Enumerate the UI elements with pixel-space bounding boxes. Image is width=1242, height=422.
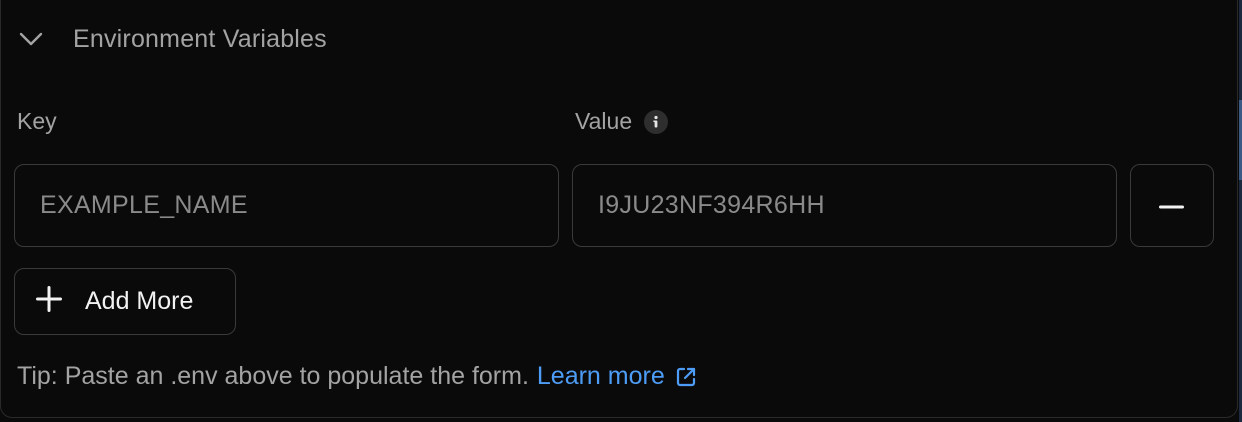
learn-more-link[interactable]: Learn more bbox=[537, 362, 697, 391]
plus-icon bbox=[35, 285, 63, 318]
tip-text: Tip: Paste an .env above to populate the… bbox=[17, 362, 529, 390]
add-more-button[interactable]: Add More bbox=[14, 268, 236, 335]
value-input[interactable]: I9JU23NF394R6HH bbox=[572, 164, 1117, 247]
value-column-label: Value bbox=[575, 108, 669, 135]
minus-icon bbox=[1158, 197, 1186, 215]
learn-more-label: Learn more bbox=[536, 362, 665, 390]
env-variables-toggle[interactable]: Environment Variables bbox=[18, 20, 327, 58]
tip-text-row: Tip: Paste an .env above to populate the… bbox=[17, 362, 697, 391]
section-title: Environment Variables bbox=[73, 24, 327, 53]
external-link-icon bbox=[675, 366, 697, 388]
info-icon[interactable] bbox=[644, 109, 669, 134]
add-more-label: Add More bbox=[85, 287, 194, 315]
key-column-label: Key bbox=[17, 108, 57, 135]
key-input-placeholder: EXAMPLE_NAME bbox=[40, 191, 248, 219]
key-input[interactable]: EXAMPLE_NAME bbox=[14, 164, 559, 247]
chevron-down-icon[interactable] bbox=[18, 20, 52, 58]
remove-row-button[interactable] bbox=[1130, 164, 1214, 247]
value-input-placeholder: I9JU23NF394R6HH bbox=[598, 191, 825, 219]
value-label-text: Value bbox=[575, 108, 633, 134]
key-label-text: Key bbox=[17, 108, 57, 134]
